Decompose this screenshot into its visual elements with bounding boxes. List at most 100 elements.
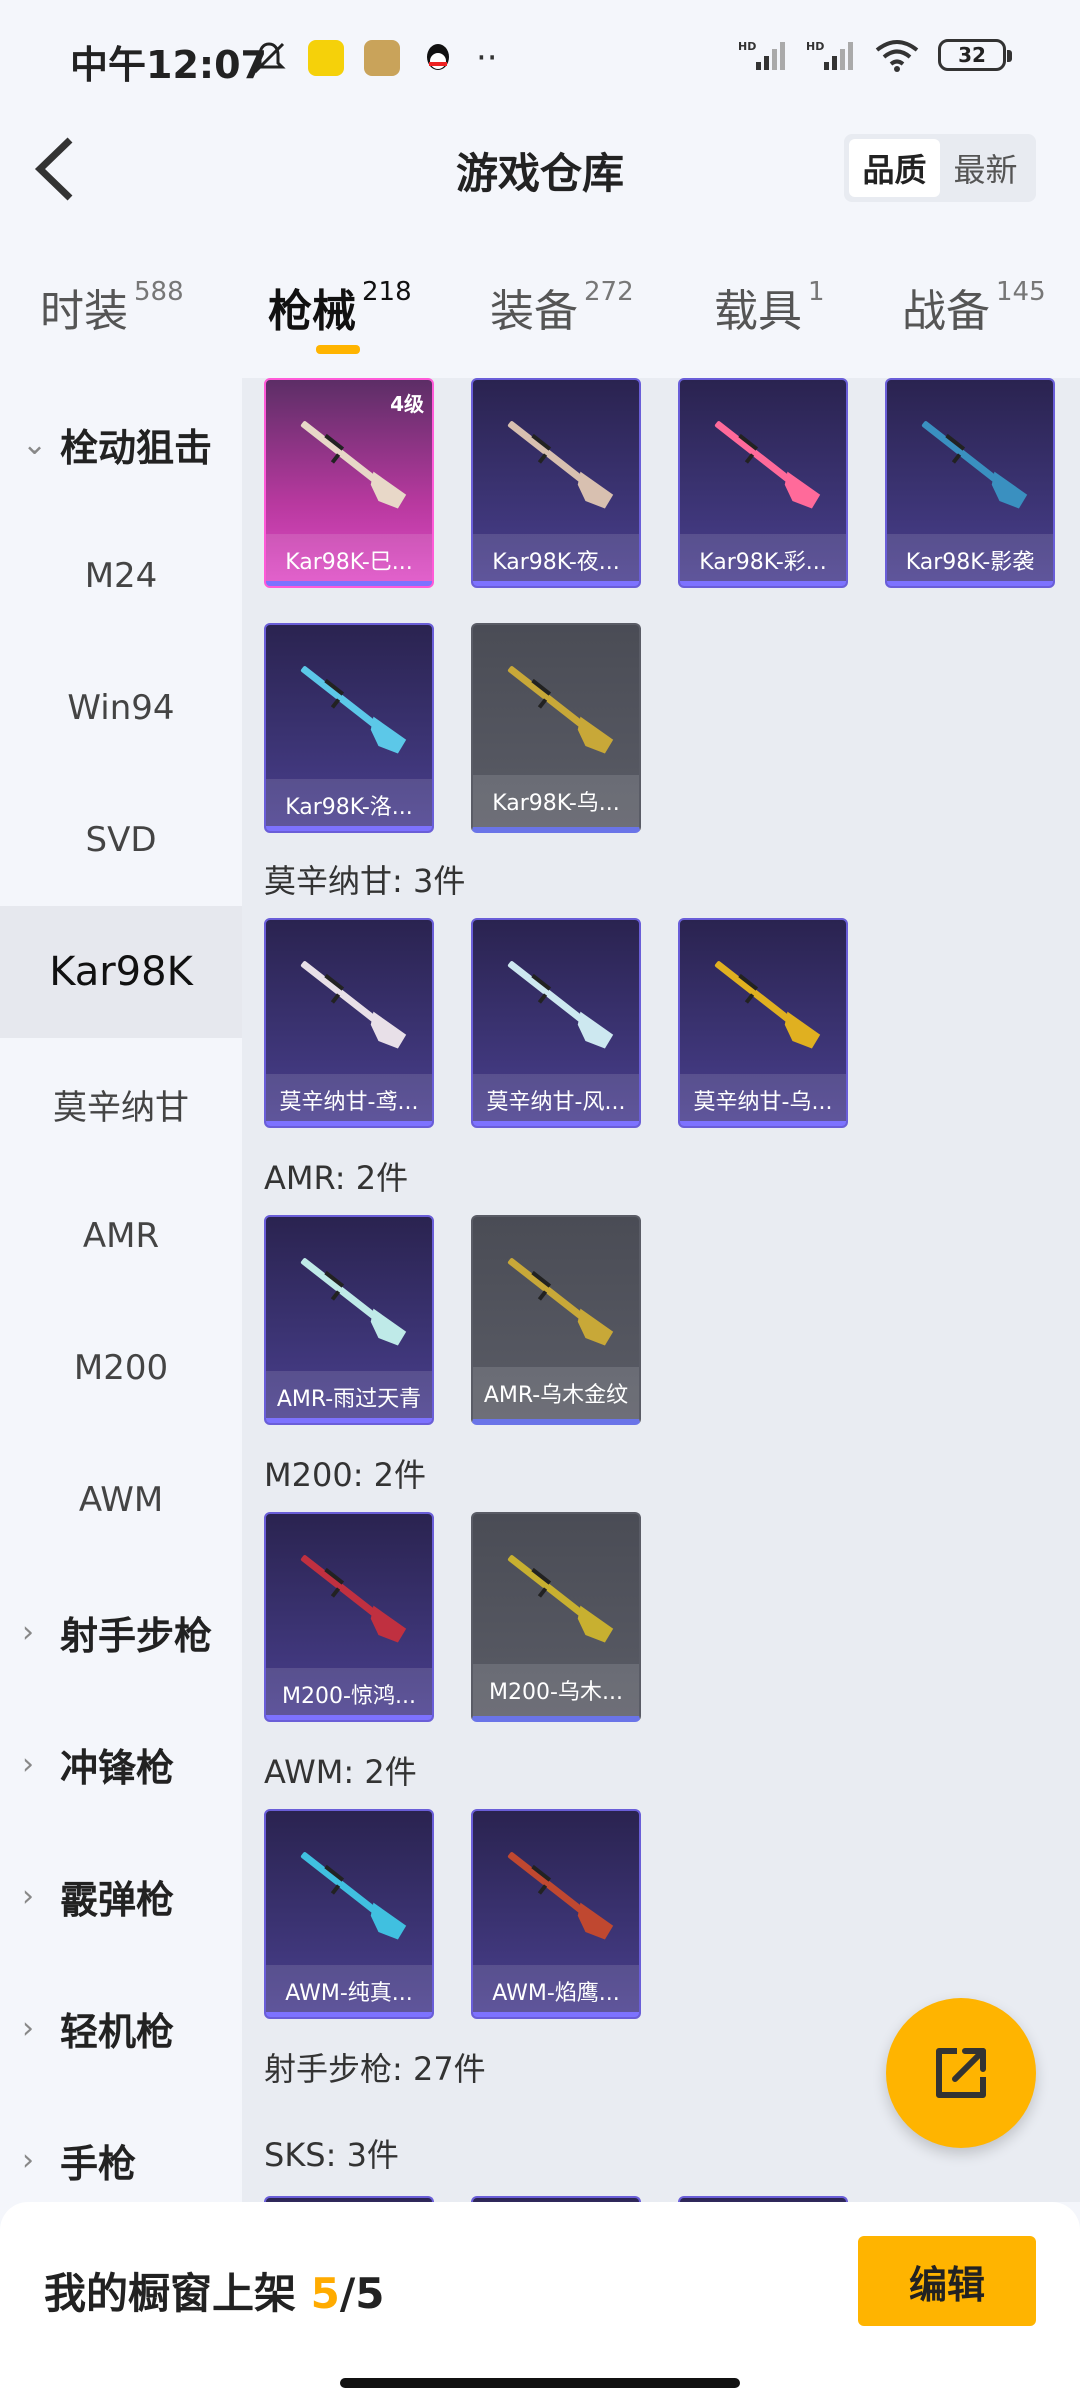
- rifle-icon: [714, 961, 821, 1049]
- weapon-card-name: 莫辛纳甘-乌...: [680, 1074, 846, 1126]
- sidebar-item-win94[interactable]: Win94: [0, 642, 242, 774]
- sidebar-item-svd[interactable]: SVD: [0, 774, 242, 906]
- sort-option-newest[interactable]: 最新: [940, 139, 1031, 197]
- rifle-icon: [300, 666, 407, 754]
- rarity-bar: [473, 1121, 639, 1126]
- rifle-icon: [714, 421, 821, 509]
- rifle-icon: [300, 1258, 407, 1346]
- section-label-amr: AMR: 2件: [264, 1159, 409, 1197]
- tab-guns[interactable]: 枪械 218: [268, 275, 412, 339]
- tab-fashion[interactable]: 时装 588: [40, 275, 184, 339]
- weapon-card[interactable]: Kar98K-洛...: [264, 623, 434, 833]
- weapon-card[interactable]: Kar98K-夜...: [471, 378, 641, 588]
- weapon-card-name: AWM-纯真...: [266, 1965, 432, 2017]
- sidebar-item-label: 霰弹枪: [60, 1877, 175, 1922]
- showcase-count-current: 5: [310, 2269, 340, 2318]
- weapon-card-name: Kar98K-乌...: [473, 775, 639, 827]
- sidebar-group-smg[interactable]: › 冲锋枪: [0, 1698, 242, 1830]
- share-button[interactable]: [886, 1998, 1036, 2148]
- tab-active-indicator: [316, 345, 360, 354]
- weapon-card-name: Kar98K-影袭: [887, 534, 1053, 586]
- sidebar-item-label: 手枪: [60, 2141, 137, 2186]
- weapon-card[interactable]: Kar98K-影袭: [885, 378, 1055, 588]
- rarity-bar: [887, 581, 1053, 586]
- sidebar-item-amr[interactable]: AMR: [0, 1170, 242, 1302]
- chevron-right-icon: ›: [22, 1878, 34, 1914]
- sidebar-group-lmg[interactable]: › 轻机枪: [0, 1962, 242, 2094]
- tab-count: 145: [996, 277, 1046, 307]
- rarity-bar: [680, 1121, 846, 1126]
- sidebar-item-m24[interactable]: M24: [0, 510, 242, 642]
- rifle-icon: [507, 961, 614, 1049]
- chevron-right-icon: ›: [22, 2142, 34, 2178]
- showcase-count-total: /5: [339, 2269, 385, 2318]
- chevron-down-icon: ⌄: [22, 426, 48, 462]
- weapon-card[interactable]: M200-惊鸿...: [264, 1512, 434, 1722]
- rifle-icon: [507, 666, 614, 754]
- weapon-grid: 4级 Kar98K-巳... Kar98K-夜... Kar98K-彩... Kar98…: [242, 378, 1080, 2202]
- signal-icon: HD: [738, 40, 785, 70]
- sidebar-item-mosin[interactable]: 莫辛纳甘: [0, 1038, 242, 1170]
- weapon-level-badge: 4级: [390, 392, 424, 416]
- weapon-card[interactable]: AMR-雨过天青: [264, 1215, 434, 1425]
- weapon-card[interactable]: M200-乌木...: [471, 1512, 641, 1722]
- tab-label: 战备: [902, 286, 990, 337]
- weapon-card[interactable]: 莫辛纳甘-乌...: [678, 918, 848, 1128]
- tab-count: 218: [362, 277, 412, 307]
- mute-icon: [252, 42, 286, 74]
- section-label-sks: SKS: 3件: [264, 2136, 399, 2174]
- status-notification-icons: ··: [250, 38, 498, 78]
- tab-combat-gear[interactable]: 战备 145: [902, 275, 1046, 339]
- tab-label: 载具: [714, 286, 802, 337]
- sort-option-quality[interactable]: 品质: [849, 139, 940, 197]
- weapon-card[interactable]: Kar98K-彩...: [678, 378, 848, 588]
- rifle-icon: [300, 1555, 407, 1643]
- rifle-icon: [921, 421, 1028, 509]
- share-external-icon: [936, 2048, 986, 2098]
- weapon-type-sidebar: ⌄ 栓动狙击 M24 Win94 SVD Kar98K 莫辛纳甘 AMR M200…: [0, 378, 242, 2202]
- sidebar-group-bolt-action[interactable]: ⌄ 栓动狙击: [0, 378, 242, 510]
- sidebar-group-shotgun[interactable]: › 霰弹枪: [0, 1830, 242, 1962]
- showcase-label: 我的橱窗上架 5/5: [44, 2260, 384, 2321]
- rarity-bar: [266, 1121, 432, 1126]
- tab-label: 时装: [40, 286, 128, 337]
- rarity-bar: [266, 2012, 432, 2017]
- section-label-mosin: 莫辛纳甘: 3件: [264, 862, 466, 900]
- sidebar-item-kar98k[interactable]: Kar98K: [0, 906, 242, 1038]
- chevron-right-icon: ›: [22, 1614, 34, 1650]
- sidebar-item-m200[interactable]: M200: [0, 1302, 242, 1434]
- tab-equipment[interactable]: 装备 272: [490, 275, 634, 339]
- weapon-card[interactable]: 莫辛纳甘-鸢...: [264, 918, 434, 1128]
- app-notification-icon-1: [308, 40, 344, 76]
- tab-count: 272: [584, 277, 634, 307]
- weapon-card[interactable]: AMR-乌木金纹: [471, 1215, 641, 1425]
- sidebar-item-label: 射手步枪: [60, 1613, 213, 1658]
- weapon-card[interactable]: 莫辛纳甘-风...: [471, 918, 641, 1128]
- sidebar-group-dmr[interactable]: › 射手步枪: [0, 1566, 242, 1698]
- weapon-card-name: AMR-雨过天青: [266, 1371, 432, 1423]
- tab-vehicles[interactable]: 载具 1: [714, 275, 825, 339]
- weapon-card[interactable]: AWM-纯真...: [264, 1809, 434, 2019]
- app-header: 游戏仓库 品质 最新: [0, 110, 1080, 230]
- weapon-card-name: Kar98K-夜...: [473, 534, 639, 586]
- edit-button[interactable]: 编辑: [858, 2236, 1036, 2326]
- qq-icon: [427, 44, 449, 70]
- weapon-card[interactable]: AWM-焰鹰...: [471, 1809, 641, 2019]
- status-time: 中午12:07: [70, 43, 267, 87]
- sort-toggle[interactable]: 品质 最新: [844, 134, 1036, 202]
- more-notifications-icon: ··: [476, 38, 498, 78]
- rifle-icon: [507, 1258, 614, 1346]
- weapon-card-name: Kar98K-巳...: [266, 534, 432, 586]
- weapon-card-name: M200-惊鸿...: [266, 1668, 432, 1720]
- weapon-card-name: AMR-乌木金纹: [473, 1367, 639, 1419]
- weapon-card-name: AWM-焰鹰...: [473, 1965, 639, 2017]
- section-label-awm: AWM: 2件: [264, 1753, 417, 1791]
- sidebar-group-pistol[interactable]: › 手枪: [0, 2094, 242, 2202]
- rifle-icon: [507, 421, 614, 509]
- showcase-bar: 我的橱窗上架 5/5 编辑: [0, 2202, 1080, 2400]
- weapon-card[interactable]: Kar98K-乌...: [471, 623, 641, 833]
- sidebar-item-awm[interactable]: AWM: [0, 1434, 242, 1566]
- weapon-card[interactable]: 4级 Kar98K-巳...: [264, 378, 434, 588]
- sidebar-item-label: 轻机枪: [60, 2009, 175, 2054]
- app-notification-icon-2: [364, 40, 400, 76]
